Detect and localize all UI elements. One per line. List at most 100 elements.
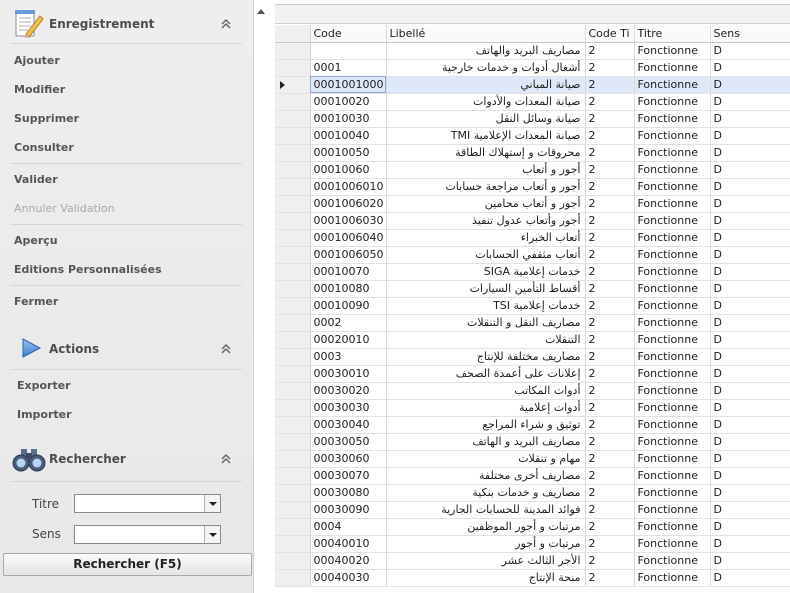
cell-code-ti[interactable]: 2	[585, 195, 635, 213]
cell-code[interactable]: 0001006030	[310, 212, 387, 230]
cell-code-ti[interactable]: 2	[585, 76, 635, 94]
cell-sens[interactable]: D	[710, 467, 790, 485]
row-indicator[interactable]	[275, 195, 311, 213]
table-row[interactable]: 00020010 التنقلات 2 Fonctionne D	[275, 331, 790, 349]
table-row[interactable]: 0004 مرتبات و أجور الموظفين 2 Fonctionne D	[275, 518, 790, 536]
cell-libelle[interactable]: أجور و أتعاب	[386, 161, 586, 179]
cell-titre[interactable]: Fonctionne	[634, 42, 711, 60]
cell-sens[interactable]: D	[710, 195, 790, 213]
cell-libelle[interactable]: أقساط التأمين السيارات	[386, 280, 586, 298]
column-header-code-ti[interactable]: Code Ti	[585, 25, 635, 43]
rechercher-button[interactable]: Rechercher (F5)	[3, 553, 252, 576]
cell-titre[interactable]: Fonctionne	[634, 484, 711, 502]
row-indicator[interactable]	[275, 450, 311, 468]
table-row[interactable]: 0001006040 أتعاب الخبراء 2 Fonctionne D	[275, 229, 790, 247]
cell-code[interactable]: 00010090	[310, 297, 387, 315]
cell-titre[interactable]: Fonctionne	[634, 195, 711, 213]
sens-combo[interactable]	[74, 525, 221, 544]
table-row[interactable]: 0002 مصاريف النقل و التنقلات 2 Fonctionne D	[275, 314, 790, 332]
table-row[interactable]: 00010090 خدمات إعلامية TSI 2 Fonctionne D	[275, 297, 790, 315]
valider-task[interactable]: Valider	[14, 173, 58, 186]
cell-code-ti[interactable]: 2	[585, 535, 635, 553]
table-row[interactable]: 00010030 صيانة وسائل النقل 2 Fonctionne D	[275, 110, 790, 128]
row-indicator[interactable]	[275, 501, 311, 519]
cell-libelle[interactable]: خدمات إعلامية TSI	[386, 297, 586, 315]
cell-titre[interactable]: Fonctionne	[634, 76, 711, 94]
cell-code-ti[interactable]: 2	[585, 178, 635, 196]
cell-sens[interactable]: D	[710, 416, 790, 434]
cell-titre[interactable]: Fonctionne	[634, 161, 711, 179]
table-row[interactable]: 00030030 أدوات إعلامية 2 Fonctionne D	[275, 399, 790, 417]
double-chevron-up-icon[interactable]	[220, 343, 232, 355]
cell-titre[interactable]: Fonctionne	[634, 93, 711, 111]
cell-libelle[interactable]: منحة الإنتاج	[386, 569, 586, 587]
row-indicator[interactable]	[275, 42, 311, 60]
enregistrement-group-header[interactable]: Enregistrement	[0, 4, 246, 44]
cell-libelle[interactable]: خدمات إعلامية SIGA	[386, 263, 586, 281]
cell-titre[interactable]: Fonctionne	[634, 212, 711, 230]
row-indicator[interactable]	[275, 93, 311, 111]
row-indicator[interactable]	[275, 110, 311, 128]
supprimer-task[interactable]: Supprimer	[14, 112, 79, 125]
table-row[interactable]: 00040020 الأجر الثالث عشر 2 Fonctionne D	[275, 552, 790, 570]
row-indicator[interactable]	[275, 297, 311, 315]
table-row[interactable]: 00030050 مصاريف البريد و الهاتف 2 Fonctionn…	[275, 433, 790, 451]
cell-sens[interactable]: D	[710, 450, 790, 468]
cell-code-ti[interactable]: 2	[585, 127, 635, 145]
cell-sens[interactable]: D	[710, 110, 790, 128]
cell-titre[interactable]: Fonctionne	[634, 416, 711, 434]
cell-libelle[interactable]: أشغال أدوات و خدمات خارجية	[386, 59, 586, 77]
table-row[interactable]: 00010070 خدمات إعلامية SIGA 2 Fonctionne D	[275, 263, 790, 281]
cell-titre[interactable]: Fonctionne	[634, 433, 711, 451]
cell-code[interactable]: 00040020	[310, 552, 387, 570]
cell-code[interactable]: 00030010	[310, 365, 387, 383]
cell-code-ti[interactable]: 2	[585, 569, 635, 587]
cell-sens[interactable]: D	[710, 297, 790, 315]
table-row[interactable]: 0003 مصاريف مختلفة للإنتاج 2 Fonctionne D	[275, 348, 790, 366]
cell-code[interactable]	[310, 42, 387, 60]
table-row[interactable]: 00010020 صيانة المعدات والأدوات 2 Fonctionn…	[275, 93, 790, 111]
cell-libelle[interactable]: صيانة المباني	[386, 76, 586, 94]
cell-libelle[interactable]: مصاريف و خدمات بنكية	[386, 484, 586, 502]
cell-libelle[interactable]: مهام و تنقلات	[386, 450, 586, 468]
cell-code[interactable]: 00010050	[310, 144, 387, 162]
cell-titre[interactable]: Fonctionne	[634, 569, 711, 587]
cell-sens[interactable]: D	[710, 93, 790, 111]
double-chevron-up-icon[interactable]	[220, 18, 232, 30]
cell-code-ti[interactable]: 2	[585, 552, 635, 570]
cell-code[interactable]: 00010080	[310, 280, 387, 298]
table-row[interactable]: مصاريف البريد والهاتف 2 Fonctionne D	[275, 42, 790, 60]
table-row[interactable]: 00010080 أقساط التأمين السيارات 2 Fonctionn…	[275, 280, 790, 298]
cell-code[interactable]: 00010030	[310, 110, 387, 128]
cell-titre[interactable]: Fonctionne	[634, 144, 711, 162]
double-chevron-up-icon[interactable]	[220, 453, 232, 465]
cell-code[interactable]: 00030020	[310, 382, 387, 400]
cell-titre[interactable]: Fonctionne	[634, 263, 711, 281]
column-header-libelle[interactable]: Libellé	[386, 25, 586, 43]
cell-code[interactable]: 00020010	[310, 331, 387, 349]
fermer-task[interactable]: Fermer	[14, 295, 58, 308]
cell-libelle[interactable]: أجور و أتعاب مراجعة حسابات	[386, 178, 586, 196]
cell-libelle[interactable]: الأجر الثالث عشر	[386, 552, 586, 570]
cell-titre[interactable]: Fonctionne	[634, 229, 711, 247]
row-indicator[interactable]	[275, 229, 311, 247]
cell-sens[interactable]: D	[710, 535, 790, 553]
cell-libelle[interactable]: مصاريف مختلفة للإنتاج	[386, 348, 586, 366]
cell-code[interactable]: 00030080	[310, 484, 387, 502]
cell-titre[interactable]: Fonctionne	[634, 280, 711, 298]
column-header-code[interactable]: Code	[310, 25, 387, 43]
cell-sens[interactable]: D	[710, 552, 790, 570]
cell-titre[interactable]: Fonctionne	[634, 348, 711, 366]
cell-titre[interactable]: Fonctionne	[634, 297, 711, 315]
scroll-up-arrow-icon[interactable]	[256, 6, 266, 16]
cell-libelle[interactable]: صيانة المعدات والأدوات	[386, 93, 586, 111]
table-row[interactable]: 00030020 أدوات المكاتب 2 Fonctionne D	[275, 382, 790, 400]
table-row[interactable]: 00010060 أجور و أتعاب 2 Fonctionne D	[275, 161, 790, 179]
cell-libelle[interactable]: أجور وأتعاب عدول تنفيذ	[386, 212, 586, 230]
cell-code[interactable]: 00030040	[310, 416, 387, 434]
column-header-titre[interactable]: Titre	[634, 25, 711, 43]
cell-libelle[interactable]: التنقلات	[386, 331, 586, 349]
table-row[interactable]: 00030070 مصاريف أخرى مختلفة 2 Fonctionne D	[275, 467, 790, 485]
table-row[interactable]: 0001006030 أجور وأتعاب عدول تنفيذ 2 Fonctio…	[275, 212, 790, 230]
cell-sens[interactable]: D	[710, 365, 790, 383]
